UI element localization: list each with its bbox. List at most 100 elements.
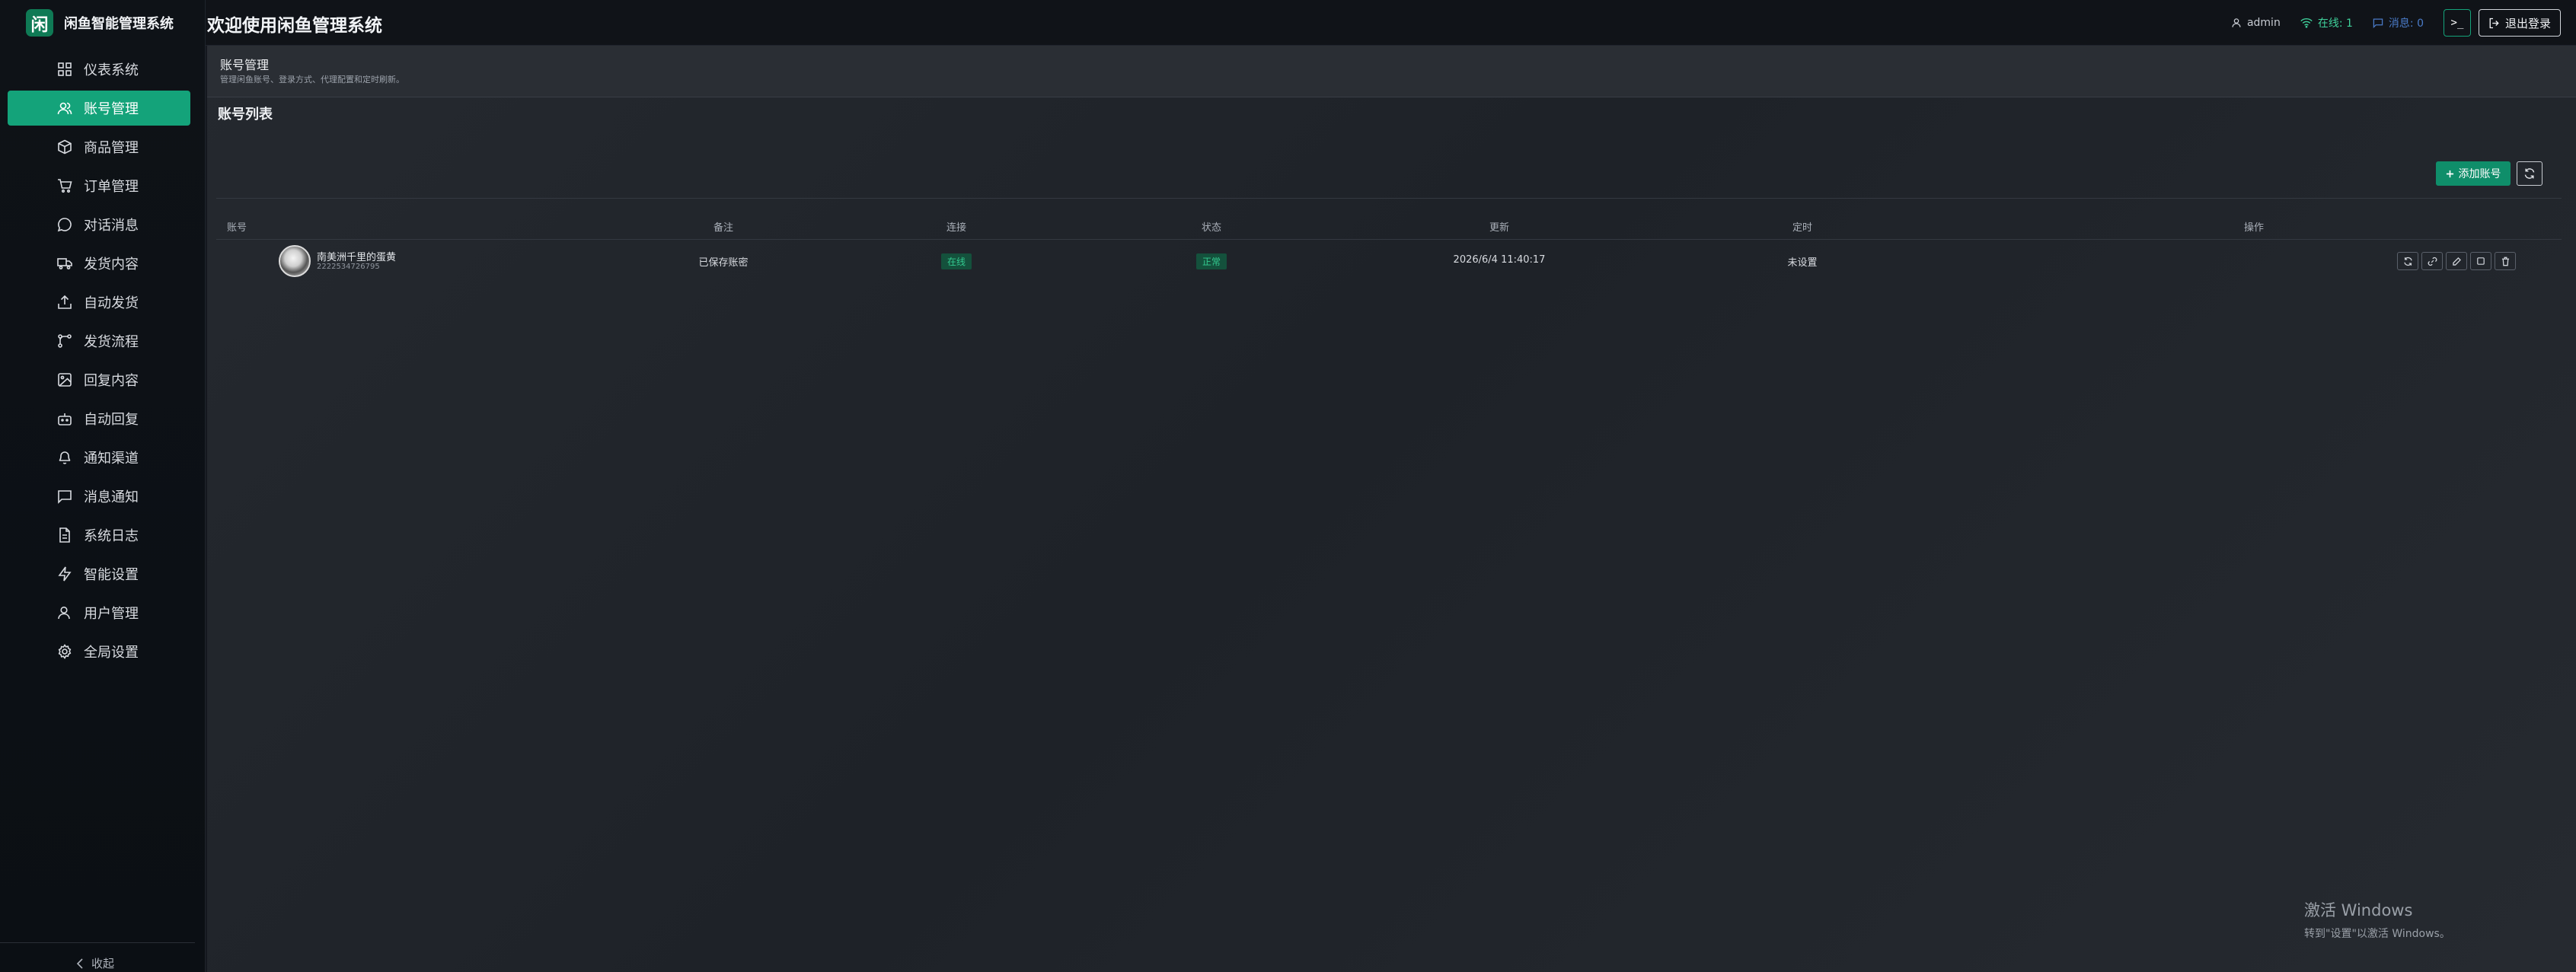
- sidebar: 闲 闲鱼智能管理系统 仪表系统 账号管理 商品管理 订单管理 对话消息 发货内容…: [0, 0, 206, 972]
- table-row[interactable]: 南美洲千里的蛋黄 2222534726795 已保存账密 在线 正常 2026/…: [216, 241, 2562, 282]
- sidebar-item-label: 仪表系统: [84, 62, 139, 78]
- truck-icon: [56, 255, 73, 272]
- current-user-name: admin: [2246, 17, 2281, 29]
- refresh-icon: [2523, 167, 2536, 180]
- header-title: 欢迎使用闲鱼管理系统: [207, 16, 382, 36]
- link-icon: [2428, 257, 2437, 266]
- sidebar-item-auto-delivery[interactable]: 自动发货: [8, 285, 190, 320]
- column-header-status: 状态: [1201, 222, 1222, 234]
- sidebar-item-products[interactable]: 商品管理: [8, 129, 190, 164]
- status-badge: 正常: [1195, 253, 1227, 269]
- column-header-actions: 操作: [2243, 222, 2265, 234]
- page-header: 账号管理 管理闲鱼账号、登录方式、代理配置和定时刷新。: [207, 46, 2576, 97]
- sidebar-item-label: 通知渠道: [84, 451, 139, 467]
- table-header-divider: [216, 239, 2562, 240]
- logout-button[interactable]: 退出登录: [2478, 9, 2561, 37]
- sidebar-item-conversations[interactable]: 对话消息: [8, 207, 190, 242]
- bell-icon: [56, 449, 73, 466]
- chat-icon: [56, 216, 73, 233]
- sidebar-item-dashboard[interactable]: 仪表系统: [8, 52, 190, 87]
- sidebar-item-notify-channels[interactable]: 通知渠道: [8, 440, 190, 475]
- brand-logo: 闲: [26, 9, 53, 37]
- brand-name: 闲鱼智能管理系统: [64, 16, 174, 32]
- sidebar-item-label: 系统日志: [84, 528, 139, 544]
- sidebar-item-message-notify[interactable]: 消息通知: [8, 479, 190, 514]
- link-account-button[interactable]: [2421, 252, 2443, 270]
- file-icon: [56, 527, 73, 543]
- page-title: 账号管理: [220, 58, 270, 72]
- sidebar-item-label: 对话消息: [84, 218, 139, 234]
- sidebar-item-global-settings[interactable]: 全局设置: [8, 634, 190, 669]
- wifi-icon: [2300, 18, 2313, 28]
- sidebar-collapse-button[interactable]: 收起: [76, 955, 114, 971]
- refresh-account-button[interactable]: [2397, 252, 2418, 270]
- trash-icon: [2501, 257, 2511, 266]
- upload-icon: [56, 294, 73, 311]
- sidebar-item-label: 账号管理: [84, 101, 139, 117]
- dashboard-icon: [56, 61, 73, 78]
- sidebar-item-user-management[interactable]: 用户管理: [8, 595, 190, 630]
- sidebar-item-reply-content[interactable]: 回复内容: [8, 362, 190, 397]
- message-status[interactable]: 消息: 0: [2373, 15, 2424, 30]
- account-name: 南美洲千里的蛋黄: [317, 252, 397, 263]
- sidebar-item-label: 用户管理: [84, 606, 139, 622]
- sidebar-item-delivery-content[interactable]: 发货内容: [8, 246, 190, 281]
- sidebar-item-label: 全局设置: [84, 645, 139, 661]
- account-id: 2222534726795: [317, 263, 380, 271]
- watermark-line2: 转到"设置"以激活 Windows。: [2304, 928, 2450, 940]
- terminal-button[interactable]: >_: [2443, 9, 2471, 37]
- toggle-account-button[interactable]: [2470, 252, 2491, 270]
- sidebar-nav: 仪表系统 账号管理 商品管理 订单管理 对话消息 发货内容 自动发货 发货流程 …: [8, 52, 190, 673]
- schedule-value: 未设置: [1787, 257, 1818, 269]
- sidebar-item-orders[interactable]: 订单管理: [8, 168, 190, 203]
- edit-account-button[interactable]: [2446, 252, 2467, 270]
- gear-icon: [56, 643, 73, 660]
- account-remark: 已保存账密: [698, 257, 749, 269]
- sidebar-divider: [0, 942, 195, 943]
- sidebar-item-accounts[interactable]: 账号管理: [8, 91, 190, 126]
- page-description: 管理闲鱼账号、登录方式、代理配置和定时刷新。: [220, 75, 404, 84]
- message-icon: [56, 488, 73, 505]
- windows-activation-watermark: 激活 Windows 转到"设置"以激活 Windows。: [2304, 898, 2450, 941]
- table-header: 账号 备注 连接 状态 更新 定时 操作: [216, 216, 2562, 237]
- logout-label: 退出登录: [2504, 16, 2551, 30]
- sidebar-item-label: 发货流程: [84, 334, 139, 350]
- list-title: 账号列表: [218, 107, 273, 123]
- add-account-button[interactable]: 添加账号: [2436, 161, 2511, 186]
- cart-icon: [56, 177, 73, 194]
- bolt-icon: [56, 566, 73, 582]
- main-content: 账号管理 管理闲鱼账号、登录方式、代理配置和定时刷新。 账号列表 添加账号 账号…: [207, 46, 2576, 972]
- sidebar-item-label: 智能设置: [84, 567, 139, 583]
- user-icon: [56, 604, 73, 621]
- sidebar-item-label: 订单管理: [84, 179, 139, 195]
- column-header-remark: 备注: [713, 222, 734, 234]
- current-user[interactable]: admin: [2231, 17, 2281, 29]
- sidebar-item-label: 消息通知: [84, 489, 139, 505]
- plus-icon: [2446, 170, 2454, 178]
- terminal-icon: >_: [2450, 17, 2464, 29]
- delete-account-button[interactable]: [2495, 252, 2516, 270]
- sidebar-item-label: 发货内容: [84, 257, 139, 272]
- online-count: 在线: 1: [2317, 18, 2353, 30]
- list-divider: [216, 198, 2562, 199]
- add-account-label: 添加账号: [2458, 168, 2501, 180]
- sidebar-item-smart-settings[interactable]: 智能设置: [8, 556, 190, 591]
- bot-icon: [56, 410, 73, 427]
- sidebar-item-label: 自动发货: [84, 295, 139, 311]
- sidebar-item-delivery-flow[interactable]: 发货流程: [8, 323, 190, 359]
- top-header: 欢迎使用闲鱼管理系统 admin 在线: 1 消息: 0 >_ 退出登录: [206, 0, 2576, 46]
- refresh-list-button[interactable]: [2517, 161, 2542, 186]
- brand: 闲 闲鱼智能管理系统: [26, 8, 174, 38]
- watermark-line1: 激活 Windows: [2304, 901, 2413, 919]
- column-header-account: 账号: [227, 222, 247, 234]
- row-actions: [2397, 252, 2516, 270]
- updated-time: 2026/6/4 11:40:17: [1453, 254, 1546, 266]
- sidebar-item-label: 商品管理: [84, 140, 139, 156]
- column-header-schedule: 定时: [1792, 222, 1813, 234]
- sidebar-item-system-logs[interactable]: 系统日志: [8, 518, 190, 553]
- box-icon: [56, 139, 73, 155]
- sidebar-item-auto-reply[interactable]: 自动回复: [8, 401, 190, 436]
- chevron-left-icon: [76, 958, 84, 969]
- image-icon: [56, 371, 73, 388]
- online-status: 在线: 1: [2300, 15, 2353, 30]
